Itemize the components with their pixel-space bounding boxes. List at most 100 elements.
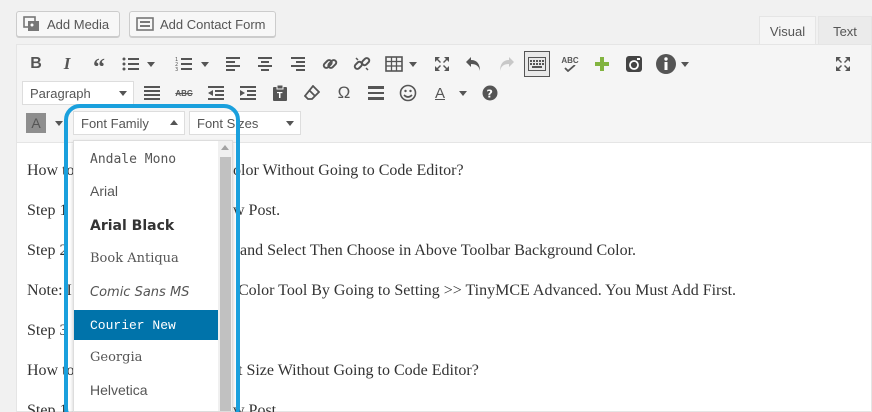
font-option-label: Arial — [90, 183, 119, 199]
tab-visual-label: Visual — [769, 23, 806, 39]
unlink-icon[interactable] — [350, 52, 374, 76]
svg-text:T: T — [277, 91, 283, 100]
scrollbar-thumb[interactable] — [220, 157, 231, 411]
bullet-list-chevron-down-icon[interactable] — [146, 52, 156, 76]
spellcheck-label: ABC — [561, 56, 579, 65]
distraction-free-icon[interactable] — [831, 52, 855, 76]
font-option-georgia[interactable]: Georgia — [74, 342, 218, 372]
special-character-icon[interactable]: Ω — [332, 81, 356, 105]
content-line: Step 1 — [27, 402, 67, 412]
font-option-comic-sans-ms[interactable]: Comic Sans MS — [74, 277, 218, 307]
italic-icon[interactable]: I — [55, 52, 79, 76]
format-chevron-down-icon — [119, 91, 127, 96]
content-line-end: w Post. — [233, 202, 281, 219]
font-option-helvetica[interactable]: Helvetica — [74, 375, 218, 405]
format-select-value: Paragraph — [30, 85, 91, 101]
font-option-label: Georgia — [90, 349, 143, 365]
format-select[interactable]: Paragraph — [22, 81, 134, 105]
tab-visual[interactable]: Visual — [759, 16, 816, 45]
content-line-start: Step 2 — [27, 242, 68, 259]
font-sizes-chevron-down-icon — [286, 121, 294, 126]
info-icon[interactable] — [654, 52, 678, 76]
tab-text[interactable]: Text — [818, 16, 872, 45]
content-line: How to — [27, 362, 75, 380]
justify-icon[interactable] — [140, 81, 164, 105]
add-contact-form-button[interactable]: Add Contact Form — [129, 11, 276, 37]
font-option-label: Helvetica — [90, 382, 148, 398]
font-sizes-select[interactable]: Font Sizes — [189, 111, 301, 135]
horizontal-line-icon[interactable] — [364, 81, 388, 105]
add-media-button[interactable]: Add Media — [16, 11, 120, 37]
paste-text-icon[interactable]: T — [268, 81, 292, 105]
content-line-end: olor Without Going to Code Editor? — [233, 162, 464, 179]
font-family-select[interactable]: Font Family — [73, 111, 185, 135]
content-line: w Post. — [233, 202, 280, 220]
contact-form-icon — [136, 16, 154, 32]
spellcheck-icon[interactable]: ABC — [558, 52, 582, 76]
content-line: Step 3 — [27, 322, 67, 340]
add-media-icon — [23, 16, 41, 32]
text-color-chevron-down-icon[interactable] — [458, 81, 468, 105]
content-line-start: Step 1 — [27, 202, 68, 219]
font-sizes-select-value: Font Sizes — [197, 115, 259, 131]
font-option-andale-mono[interactable]: Andale Mono — [74, 144, 218, 174]
font-family-dropdown: Andale Mono Arial Arial Black Book Antiq… — [73, 140, 233, 412]
font-option-courier-new[interactable]: Courier New — [74, 310, 218, 340]
info-chevron-down-icon[interactable] — [680, 52, 690, 76]
blockquote-icon[interactable]: “ — [87, 52, 111, 81]
numbered-list-icon[interactable]: 123 — [172, 52, 196, 76]
content-line-start: Step 3 — [27, 322, 68, 339]
font-option-arial[interactable]: Arial — [74, 176, 218, 206]
bullet-list-icon[interactable] — [119, 52, 143, 76]
content-line: How to — [27, 162, 75, 180]
table-icon[interactable] — [382, 52, 406, 76]
clear-formatting-icon[interactable] — [300, 81, 324, 105]
content-line-start: Note: I — [27, 282, 72, 299]
font-option-book-antiqua[interactable]: Book Antiqua — [74, 243, 218, 273]
content-line: Step 2 — [27, 242, 67, 260]
toolbar-toggle-icon[interactable] — [524, 51, 550, 77]
dropdown-scrollbar[interactable] — [218, 141, 232, 411]
indent-icon[interactable] — [236, 81, 260, 105]
font-family-select-value: Font Family — [81, 115, 149, 131]
svg-text:3: 3 — [175, 67, 178, 72]
undo-icon[interactable] — [462, 52, 486, 76]
fullscreen-icon[interactable] — [430, 52, 454, 76]
scroll-up-arrow-icon[interactable] — [221, 145, 229, 150]
numbered-list-chevron-down-icon[interactable] — [200, 52, 210, 76]
content-line: olor Without Going to Code Editor? — [233, 162, 464, 180]
strikethrough-label: ABC — [175, 88, 193, 98]
content-line-start: How to — [27, 362, 75, 379]
content-line: Step 1 — [27, 202, 67, 220]
add-contact-form-label: Add Contact Form — [160, 16, 266, 32]
font-family-chevron-up-icon — [170, 120, 178, 125]
font-option-label: Comic Sans MS — [90, 284, 190, 300]
outdent-icon[interactable] — [204, 81, 228, 105]
table-chevron-down-icon[interactable] — [408, 52, 418, 76]
svg-text:?: ? — [487, 88, 493, 101]
strikethrough-icon[interactable]: ABC — [172, 81, 196, 105]
content-line: Color Tool By Going to Setting >> TinyMC… — [238, 282, 736, 300]
align-left-icon[interactable] — [222, 52, 246, 76]
content-line-end: and Select Then Choose in Above Toolbar … — [240, 242, 637, 259]
help-icon[interactable]: ? — [478, 81, 502, 105]
background-color-icon[interactable]: A — [24, 111, 48, 135]
add-plus-icon[interactable] — [590, 52, 614, 76]
align-center-icon[interactable] — [253, 52, 277, 76]
text-color-icon[interactable]: A — [428, 81, 452, 105]
background-color-chevron-down-icon[interactable] — [54, 111, 64, 135]
font-option-arial-black[interactable]: Arial Black — [74, 211, 218, 241]
content-line-end: Color Tool By Going to Setting >> TinyMC… — [238, 282, 737, 299]
content-line-start: How to — [27, 162, 75, 179]
tab-text-label: Text — [833, 23, 857, 39]
emoticons-icon[interactable] — [396, 81, 420, 105]
link-icon[interactable] — [318, 52, 342, 76]
align-right-icon[interactable] — [285, 52, 309, 76]
redo-icon[interactable] — [494, 52, 518, 76]
content-line-start: Step 1 — [27, 402, 68, 412]
content-line: t Size Without Going to Code Editor? — [238, 362, 479, 380]
bold-icon[interactable]: B — [24, 52, 48, 76]
instagram-icon[interactable] — [622, 52, 646, 76]
content-line: Note: I — [27, 282, 72, 300]
editor-screen: Add Media Add Contact Form Visual Text B… — [0, 0, 872, 412]
